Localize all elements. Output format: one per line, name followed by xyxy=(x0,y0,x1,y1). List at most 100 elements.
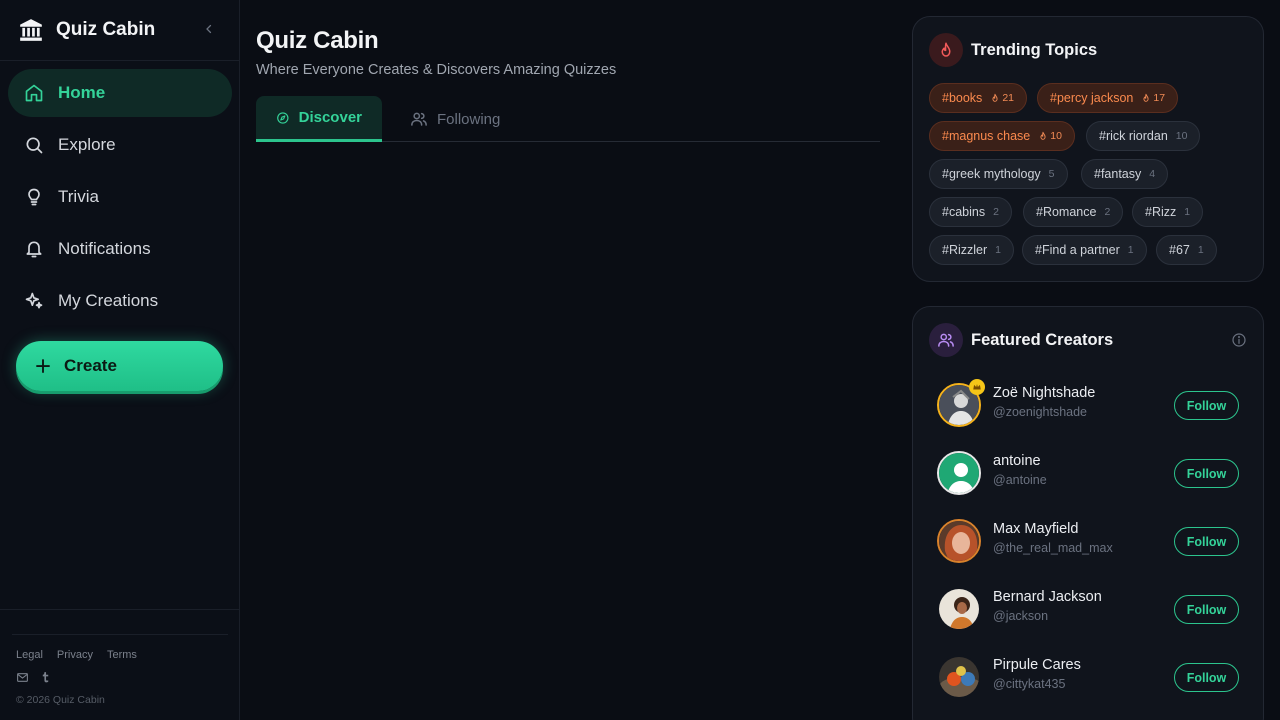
terms-link[interactable]: Terms xyxy=(107,649,137,661)
trending-tag[interactable]: #Romance 2 xyxy=(1023,197,1124,227)
create-button-label: Create xyxy=(64,356,117,375)
page-title: Quiz Cabin xyxy=(256,27,379,54)
info-icon[interactable] xyxy=(1231,332,1247,348)
trending-tag[interactable]: #Rizz 1 xyxy=(1132,197,1204,227)
sidebar-item-label: Home xyxy=(58,83,106,102)
tag-count: 1 xyxy=(1184,206,1191,218)
tag-label: #fantasy xyxy=(1094,167,1142,181)
sidebar-item-label: Notifications xyxy=(58,239,151,258)
trending-tag[interactable]: #books 21 xyxy=(929,83,1027,113)
tag-label: #Romance xyxy=(1036,205,1097,219)
creator-row[interactable]: Bernard Jackson @jackson Follow xyxy=(937,585,1241,633)
bell-icon xyxy=(26,241,42,258)
sidebar-item-notifications[interactable]: Notifications xyxy=(8,225,232,273)
trending-tag[interactable]: #cabins 2 xyxy=(929,197,1012,227)
trending-tag[interactable]: #fantasy 4 xyxy=(1081,159,1169,189)
tag-label: #Rizzler xyxy=(942,243,988,257)
flame-icon xyxy=(1143,93,1149,102)
users-icon xyxy=(411,112,427,126)
creator-row[interactable]: Max Mayfield @the_real_mad_max Follow xyxy=(937,517,1241,565)
flame-icon xyxy=(929,33,963,67)
flame-icon xyxy=(992,93,998,102)
creator-row[interactable]: Pirpule Cares @cittykat435 Follow xyxy=(937,653,1241,701)
avatar[interactable] xyxy=(937,655,981,699)
lightbulb-icon xyxy=(28,188,40,206)
footer-divider xyxy=(0,609,239,610)
panel-title: Featured Creators xyxy=(971,330,1114,349)
sidebar: Quiz Cabin Home Explore Trivia Notificat… xyxy=(0,0,240,720)
avatar[interactable] xyxy=(937,587,981,631)
tag-count: 1 xyxy=(1197,244,1204,256)
trending-tag[interactable]: #Rizzler 1 xyxy=(929,235,1014,265)
trending-tag[interactable]: #magnus chase 10 xyxy=(929,121,1075,151)
sparkles-icon xyxy=(25,292,43,309)
follow-button[interactable]: Follow xyxy=(1174,663,1239,692)
follow-button[interactable]: Follow xyxy=(1174,595,1239,624)
featured-creators-panel: Featured Creators Zoë Nightshade @zoenig… xyxy=(912,306,1264,720)
tag-label: #Find a partner xyxy=(1035,243,1120,257)
privacy-link[interactable]: Privacy xyxy=(57,649,93,661)
follow-button[interactable]: Follow xyxy=(1174,459,1239,488)
tag-label: #books xyxy=(942,91,983,105)
tab-following[interactable]: Following xyxy=(390,96,520,142)
tag-count-value: 10 xyxy=(1050,130,1062,142)
tab-label: Following xyxy=(437,110,501,128)
tab-label: Discover xyxy=(298,109,362,126)
creator-name[interactable]: antoine xyxy=(993,453,1041,469)
avatar[interactable] xyxy=(937,519,981,563)
creator-row[interactable]: Zoë Nightshade @zoenightshade Follow xyxy=(937,379,1241,429)
tag-count: 2 xyxy=(1104,206,1111,218)
compass-icon xyxy=(277,111,289,124)
creator-handle: @jackson xyxy=(993,609,1049,623)
creator-name[interactable]: Max Mayfield xyxy=(993,521,1078,537)
plus-icon xyxy=(36,359,50,373)
sidebar-item-explore[interactable]: Explore xyxy=(8,121,232,169)
trending-tag[interactable]: #greek mythology 5 xyxy=(929,159,1068,189)
follow-button[interactable]: Follow xyxy=(1174,391,1239,420)
trending-tag[interactable]: #Find a partner 1 xyxy=(1022,235,1147,265)
crown-icon xyxy=(969,379,985,395)
avatar[interactable] xyxy=(937,451,981,495)
tag-count: 17 xyxy=(1141,92,1165,104)
sidebar-item-home[interactable]: Home xyxy=(8,69,232,117)
sidebar-nav: Home Explore Trivia Notifications My Cre… xyxy=(8,69,232,329)
brand-name: Quiz Cabin xyxy=(56,19,156,40)
creator-name[interactable]: Bernard Jackson xyxy=(993,589,1102,605)
creator-name[interactable]: Zoë Nightshade xyxy=(993,385,1095,401)
tag-count: 21 xyxy=(990,92,1014,104)
sidebar-item-label: Explore xyxy=(58,135,116,154)
creator-name[interactable]: Pirpule Cares xyxy=(993,657,1081,673)
legal-link[interactable]: Legal xyxy=(16,649,43,661)
copyright: © 2026 Quiz Cabin xyxy=(16,694,105,706)
tag-count: 2 xyxy=(993,206,999,218)
tab-discover[interactable]: Discover xyxy=(256,96,382,142)
tag-label: #Rizz xyxy=(1145,205,1177,219)
follow-button[interactable]: Follow xyxy=(1174,527,1239,556)
creator-row[interactable]: antoine @antoine Follow xyxy=(937,449,1241,497)
tumblr-icon[interactable] xyxy=(39,671,52,684)
home-icon xyxy=(25,84,43,102)
tag-count: 5 xyxy=(1048,168,1055,180)
sidebar-item-trivia[interactable]: Trivia xyxy=(8,173,232,221)
trending-header: Trending Topics xyxy=(929,33,1097,67)
flame-icon xyxy=(1040,131,1046,140)
tag-count: 4 xyxy=(1149,168,1156,180)
bank-icon xyxy=(20,19,42,41)
tag-label: #cabins xyxy=(942,205,986,219)
featured-header: Featured Creators xyxy=(929,323,1113,357)
page-subtitle: Where Everyone Creates & Discovers Amazi… xyxy=(256,62,617,78)
tag-label: #greek mythology xyxy=(942,167,1041,181)
brand[interactable]: Quiz Cabin xyxy=(18,16,155,44)
collapse-sidebar-button[interactable] xyxy=(200,20,218,38)
trending-tag[interactable]: #67 1 xyxy=(1156,235,1217,265)
footer-links: Legal Privacy Terms xyxy=(16,649,137,661)
trending-tag[interactable]: #rick riordan 10 xyxy=(1086,121,1201,151)
creator-handle: @cittykat435 xyxy=(993,677,1066,691)
trending-tag[interactable]: #percy jackson 17 xyxy=(1037,83,1179,113)
sidebar-item-my-creations[interactable]: My Creations xyxy=(8,277,232,325)
creator-handle: @zoenightshade xyxy=(993,405,1088,419)
users-icon xyxy=(929,323,963,357)
search-icon xyxy=(26,137,43,154)
create-button[interactable]: Create xyxy=(16,341,223,391)
mail-icon[interactable] xyxy=(16,671,29,684)
